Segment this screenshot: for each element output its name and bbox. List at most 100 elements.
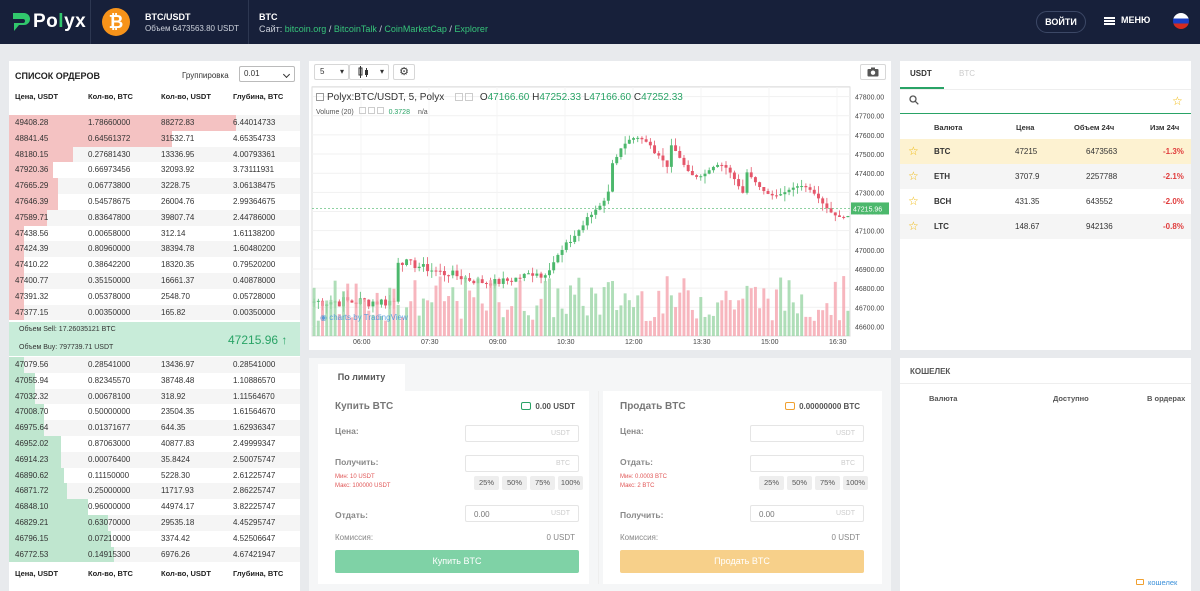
chart-settings-icon[interactable] (465, 93, 474, 101)
ask-row[interactable]: 47400.77 0.35150000 16661.37 0.40878000 (9, 273, 300, 289)
depth: 1.61564670 (233, 407, 276, 417)
bid-row[interactable]: 46975.64 0.01371677 644.35 1.62936347 (9, 420, 300, 436)
candle-body (434, 270, 438, 272)
volume-bar (602, 287, 606, 336)
volume-bar (451, 287, 455, 336)
wallet-title: КОШЕЛЕК (910, 367, 951, 376)
ask-row[interactable]: 48180.15 0.27681430 13336.95 4.00793361 (9, 146, 300, 163)
star-icon[interactable]: ☆ (908, 189, 919, 214)
bid-row[interactable]: 46871.72 0.25000000 11717.93 2.86225747 (9, 483, 300, 500)
sell-pct-25[interactable]: 25% (759, 476, 784, 490)
sell-pct-100[interactable]: 100% (843, 476, 868, 490)
ask-row[interactable]: 47424.39 0.80960000 38394.78 1.60480200 (9, 241, 300, 258)
bid-row[interactable]: 47079.56 0.28541000 13436.97 0.28541000 (9, 357, 300, 373)
volume-settings-icon[interactable] (367, 107, 375, 114)
buy-price-input[interactable]: USDT (465, 425, 579, 442)
polyx-logo[interactable]: Polyx (10, 9, 86, 35)
favorites-star-icon[interactable]: ☆ (1172, 94, 1183, 108)
candle-body (842, 216, 846, 218)
y-tick-label: 47500.00 (855, 152, 884, 159)
buy-pct-75[interactable]: 75% (530, 476, 555, 490)
candle-body (316, 300, 320, 302)
volume-bar (825, 303, 829, 336)
volume-close-icon[interactable] (376, 107, 384, 114)
bid-row[interactable]: 46772.53 0.14915300 6976.26 4.67421947 (9, 546, 300, 563)
link-bitcointalk[interactable]: BitcoinTalk (334, 24, 377, 34)
star-icon[interactable]: ☆ (908, 139, 919, 164)
star-icon[interactable]: ☆ (908, 164, 919, 189)
sell-button[interactable]: Продать BTC (620, 550, 864, 573)
ask-row[interactable]: 47589.71 0.83647800 39807.74 2.44786000 (9, 209, 300, 226)
chart-visibility-icon[interactable] (455, 93, 464, 101)
login-button[interactable]: ВОЙТИ (1036, 11, 1086, 33)
russian-flag-icon[interactable] (1173, 13, 1189, 29)
ask-row[interactable]: 47377.15 0.00350000 165.82 0.00350000 (9, 304, 300, 321)
tab-limit[interactable]: По лимиту (318, 364, 405, 391)
market-row-bch[interactable]: ☆ BCH 431.35 643552 -2.0% (900, 189, 1191, 214)
market-row-eth[interactable]: ☆ ETH 3707.9 2257788 -2.1% (900, 164, 1191, 189)
bid-row[interactable]: 46796.15 0.07210000 3374.42 4.52506647 (9, 530, 300, 547)
bid-row[interactable]: 46829.21 0.63070000 29535.18 4.45295747 (9, 515, 300, 531)
amount-btc: 0.38642200 (88, 260, 131, 270)
buy-receive-input[interactable]: BTC (465, 455, 579, 472)
market-row-ltc[interactable]: ☆ LTC 148.67 942136 -0.8% (900, 214, 1191, 239)
sell-amount-input[interactable]: BTC (750, 455, 864, 472)
volume-bar (510, 306, 514, 336)
link-explorer[interactable]: Explorer (454, 24, 488, 34)
price-chart[interactable]: 47800.00 47700.00 47600.00 47500.00 47400.00… (309, 61, 891, 350)
candle-body (707, 170, 711, 174)
ask-row[interactable]: 47665.29 0.06773800 3228.75 3.06138475 (9, 178, 300, 194)
sell-pct-75[interactable]: 75% (815, 476, 840, 490)
candle-body (426, 264, 430, 272)
depth: 6.44014733 (233, 118, 276, 127)
market-row-btc[interactable]: ☆ BTC 47215 6473563 -1.3% (900, 139, 1191, 164)
bid-row[interactable]: 46890.62 0.11150000 5228.30 2.61225747 (9, 467, 300, 484)
ask-row[interactable]: 49408.28 1.78660000 88272.83 6.44014733 (9, 115, 300, 131)
link-coinmarketcap[interactable]: CoinMarketCap (384, 24, 447, 34)
wallet-icon (1136, 579, 1144, 585)
volume-bar (526, 315, 530, 336)
bid-row[interactable]: 46914.23 0.00076400 35.8424 2.50075747 (9, 451, 300, 468)
tab-btc[interactable]: BTC (959, 69, 975, 78)
buy-pct-100[interactable]: 100% (558, 476, 583, 490)
search-icon[interactable] (909, 95, 919, 105)
wallet-link[interactable]: кошелек (1136, 578, 1177, 587)
depth: 0.05728000 (233, 291, 276, 301)
volume-bar (791, 302, 795, 336)
menu-button[interactable]: МЕНЮ (1104, 15, 1150, 25)
tab-usdt[interactable]: USDT (910, 69, 932, 78)
volume-bar (812, 320, 816, 336)
sell-price-input[interactable]: USDT (750, 425, 864, 442)
tradingview-watermark[interactable]: ◉ charts by TradingView (320, 313, 408, 322)
link-bitcoin-org[interactable]: bitcoin.org (285, 24, 327, 34)
buy-button[interactable]: Купить BTC (335, 550, 579, 573)
grouping-select[interactable]: 0.01 (239, 66, 295, 82)
sell-total-input[interactable]: 0.00 USDT (750, 505, 864, 522)
amount-usdt: 5228.30 (161, 470, 190, 480)
bid-row[interactable]: 47055.94 0.82345570 38748.48 1.10886570 (9, 372, 300, 389)
buy-pct-25[interactable]: 25% (474, 476, 499, 490)
ask-row[interactable]: 47410.22 0.38642200 18320.35 0.79520200 (9, 257, 300, 273)
candle-body (573, 235, 577, 242)
ask-row[interactable]: 47438.56 0.00658000 312.14 1.61138200 (9, 225, 300, 242)
price: 47920.36 (15, 165, 49, 175)
volume-bar (539, 298, 543, 336)
ask-row[interactable]: 48841.45 0.64561372 31532.71 4.65354733 (9, 130, 300, 147)
ask-row[interactable]: 47920.36 0.66973456 32093.92 3.73111931 (9, 162, 300, 179)
amount-btc: 0.82345570 (88, 375, 131, 385)
bid-row[interactable]: 46848.10 0.96000000 44974.17 3.82225747 (9, 499, 300, 515)
star-icon[interactable]: ☆ (908, 214, 919, 239)
sell-pct-50[interactable]: 50% (787, 476, 812, 490)
buy-pct-50[interactable]: 50% (502, 476, 527, 490)
amount-btc: 0.35150000 (88, 276, 131, 285)
ask-row[interactable]: 47646.39 0.54578675 26004.76 2.99364675 (9, 194, 300, 210)
collapse-icon[interactable] (316, 93, 324, 101)
ask-row[interactable]: 47391.32 0.05378000 2548.70 0.05728000 (9, 288, 300, 305)
candle-body (447, 275, 451, 277)
volume-visibility-icon[interactable] (358, 107, 366, 114)
bid-row[interactable]: 47032.32 0.00678100 318.92 1.11564670 (9, 388, 300, 405)
bid-row[interactable]: 47008.70 0.50000000 23504.35 1.61564670 (9, 404, 300, 421)
sell-min: Мин: 0.0003 BTC (620, 474, 668, 480)
buy-give-input[interactable]: 0.00 USDT (465, 505, 579, 522)
bid-row[interactable]: 46952.02 0.87063000 40877.83 2.49999347 (9, 436, 300, 452)
